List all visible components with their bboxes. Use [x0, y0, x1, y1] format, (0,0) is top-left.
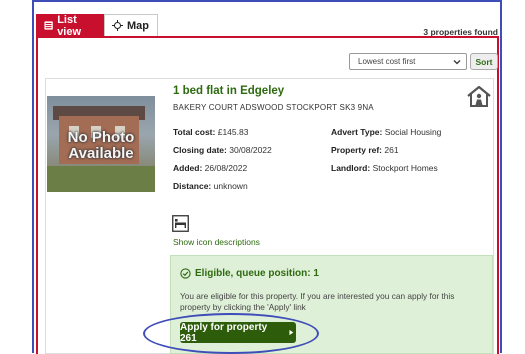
house-person-icon — [467, 85, 491, 107]
added-value: 26/08/2022 — [204, 163, 248, 173]
eligibility-title-text: Eligible, queue position: 1 — [195, 268, 319, 279]
field-advert-type: Advert Type: Social Housing — [331, 127, 441, 137]
eligibility-title: Eligible, queue position: 1 — [180, 268, 319, 279]
no-photo-text: No Photo Available — [47, 130, 155, 162]
added-label: Added: — [173, 163, 203, 173]
property-ref-value: 261 — [384, 145, 399, 155]
property-ref-label: Property ref: — [331, 145, 383, 155]
list-icon — [44, 21, 53, 30]
advert-type-label: Advert Type: — [331, 127, 383, 137]
no-photo-line2: Available — [68, 145, 134, 162]
field-landlord: Landlord: Stockport Homes — [331, 163, 438, 173]
property-title[interactable]: 1 bed flat in Edgeley — [173, 85, 284, 97]
property-address: BAKERY COURT ADSWOOD STOCKPORT SK3 9NA — [173, 103, 374, 112]
sort-select[interactable]: Lowest cost first — [349, 53, 467, 70]
tab-map-label: Map — [127, 19, 149, 32]
property-photo-placeholder[interactable]: No Photo Available — [47, 96, 155, 192]
sort-button[interactable]: Sort — [470, 53, 498, 70]
closing-date-value: 30/08/2022 — [229, 145, 272, 155]
field-total-cost: Total cost: £145.83 — [173, 127, 248, 137]
photo-grass — [47, 166, 155, 192]
total-cost-label: Total cost: — [173, 127, 216, 137]
tab-map[interactable]: Map — [104, 14, 158, 36]
tab-list-view-label: List view — [57, 13, 82, 38]
sort-selected-value: Lowest cost first — [358, 57, 416, 66]
show-icon-descriptions-link[interactable]: Show icon descriptions — [173, 237, 260, 247]
no-photo-line1: No Photo — [67, 129, 135, 146]
tab-list-view[interactable]: List view — [36, 13, 104, 38]
chevron-down-icon — [453, 60, 461, 65]
landlord-label: Landlord: — [331, 163, 371, 173]
landlord-value: Stockport Homes — [372, 163, 438, 173]
total-cost-value: £145.83 — [217, 127, 249, 137]
field-property-ref: Property ref: 261 — [331, 145, 399, 155]
field-closing-date: Closing date: 30/08/2022 — [173, 145, 272, 155]
crosshair-icon — [112, 20, 123, 31]
eligibility-message: You are eligible for this property. If y… — [180, 291, 455, 312]
bed-icon — [172, 215, 189, 232]
field-distance: Distance: unknown — [173, 181, 248, 191]
advert-type-value: Social Housing — [384, 127, 442, 137]
distance-label: Distance: — [173, 181, 212, 191]
distance-value: unknown — [213, 181, 248, 191]
field-added: Added: 26/08/2022 — [173, 163, 247, 173]
check-circle-icon — [180, 268, 191, 279]
closing-date-label: Closing date: — [173, 145, 227, 155]
highlight-ellipse — [143, 313, 319, 354]
